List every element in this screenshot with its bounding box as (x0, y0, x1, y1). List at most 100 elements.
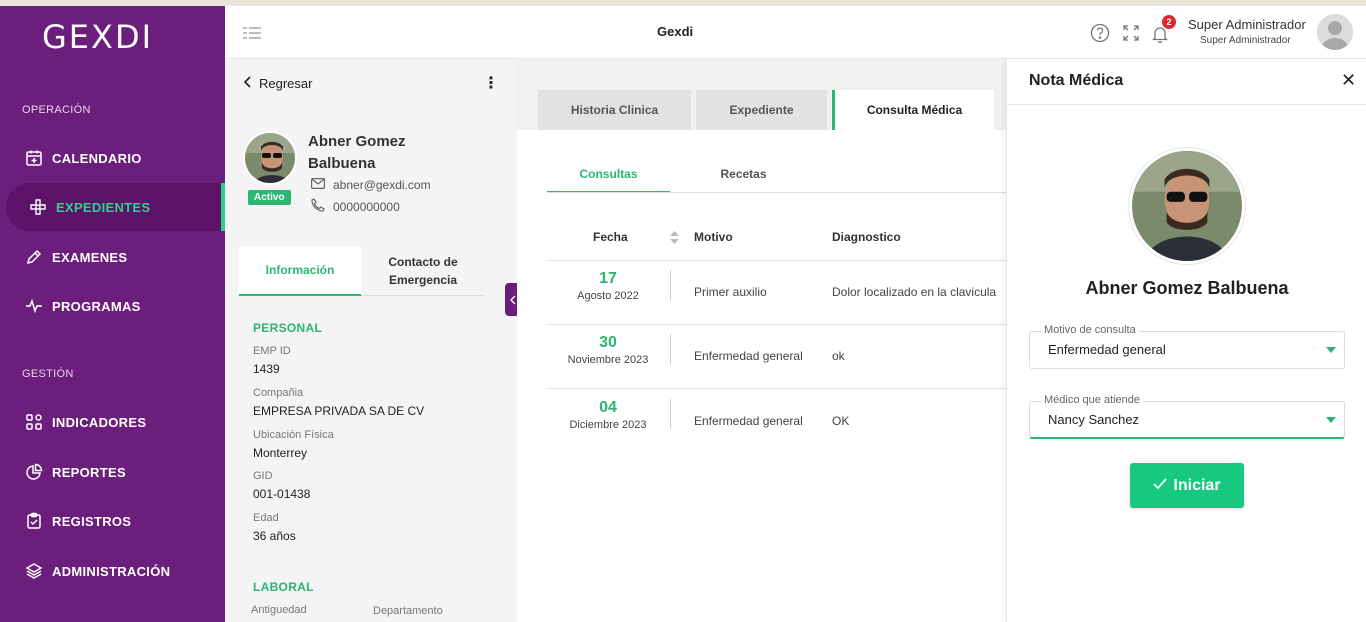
iniciar-button[interactable]: Iniciar (1130, 463, 1244, 508)
drawer-patient-name: Abner Gomez Balbuena (1085, 278, 1289, 298)
chevron-down-icon (1326, 417, 1336, 423)
patient-photo-large (1129, 148, 1245, 264)
drawer-divider (1007, 104, 1366, 105)
field-value-edad: 36 años (253, 529, 296, 543)
column-header-fecha[interactable]: Fecha (593, 230, 628, 244)
field-value-emp-id: 1439 (253, 362, 280, 376)
row-diagnostico: ok (832, 349, 845, 363)
pulse-icon (24, 296, 44, 316)
motivo-consulta-value: Enfermedad general (1048, 342, 1166, 357)
row-diagnostico: Dolor localizado en la clavicula (832, 285, 997, 299)
tab-expediente[interactable]: Expediente (696, 90, 827, 130)
tab-consulta-medica[interactable]: Consulta Médica (832, 90, 994, 130)
chevron-left-icon (243, 76, 253, 91)
sidebar-item-label: REPORTES (52, 464, 126, 480)
drawer-title: Nota Médica (1029, 72, 1124, 89)
clipboard-icon (24, 511, 44, 531)
patient-photo (243, 131, 297, 185)
tab-informacion[interactable]: Información (239, 246, 361, 296)
field-label-compania: Compañia (253, 387, 304, 399)
row-motivo: Enfermedad general (694, 414, 803, 428)
back-button[interactable]: Regresar (243, 76, 312, 91)
fullscreen-icon[interactable] (1123, 25, 1139, 46)
user-name[interactable]: Super Administrador (1188, 17, 1306, 32)
sidebar-item-administracion[interactable]: ADMINISTRACIÓN (0, 547, 225, 595)
cell-divider (670, 399, 671, 429)
row-day: 04 (599, 399, 617, 416)
close-icon[interactable]: ✕ (1341, 70, 1356, 91)
notification-badge: 2 (1162, 15, 1176, 29)
field-value-ubicacion: Monterrey (253, 446, 308, 460)
phone-icon (311, 198, 325, 215)
sidebar-item-examenes[interactable]: EXAMENES (0, 233, 225, 281)
sidebar-item-label: PROGRAMAS (52, 298, 141, 314)
field-label-emp-id: EMP ID (253, 345, 291, 357)
field-label-departamento: Departamento (373, 605, 443, 617)
row-motivo: Enfermedad general (694, 349, 803, 363)
sidebar-item-programas[interactable]: PROGRAMAS (0, 282, 225, 330)
nota-medica-drawer: Nota Médica ✕ Abner Gomez Balbuena Motiv… (1006, 59, 1366, 622)
status-badge: Activo (248, 190, 291, 205)
pie-chart-icon (24, 462, 44, 482)
user-role: Super Administrador (1200, 35, 1291, 46)
row-divider (547, 260, 1007, 261)
sidebar-item-label: INDICADORES (52, 414, 147, 430)
medico-atiende-label: Médico que atiende (1041, 394, 1144, 406)
row-motivo: Primer auxilio (694, 285, 767, 299)
cell-divider (670, 270, 671, 300)
user-avatar[interactable] (1317, 14, 1353, 50)
info-tabs: Información Contacto de Emergencia (239, 246, 485, 296)
menu-toggle-icon[interactable] (243, 26, 261, 45)
pen-icon (24, 247, 44, 267)
tab-contacto-emergencia[interactable]: Contacto de Emergencia (361, 246, 485, 296)
check-icon (1153, 477, 1168, 495)
tab-historia-clinica[interactable]: Historia Clinica (538, 90, 691, 130)
chevron-left-icon (509, 295, 515, 304)
sidebar: GEXDI OPERACIÓN CALENDARIO EXPEDIENTES E… (0, 6, 225, 622)
sidebar-item-label: ADMINISTRACIÓN (52, 563, 171, 579)
motivo-consulta-select[interactable]: Motivo de consulta Enfermedad general (1029, 324, 1345, 369)
field-value-compania: EMPRESA PRIVADA SA DE CV (253, 404, 425, 418)
sidebar-item-label: EXPEDIENTES (56, 199, 151, 215)
subtab-consultas[interactable]: Consultas (547, 160, 670, 193)
row-month: Noviembre 2023 (567, 354, 649, 366)
row-month: Agosto 2022 (577, 290, 639, 302)
row-day: 30 (599, 334, 617, 351)
row-day: 17 (599, 270, 617, 287)
section-personal: PERSONAL (253, 321, 323, 335)
subtab-recetas[interactable]: Recetas (682, 160, 805, 193)
motivo-consulta-label: Motivo de consulta (1041, 324, 1139, 336)
sort-icon[interactable] (670, 231, 679, 249)
help-icon[interactable] (1090, 23, 1110, 48)
sidebar-item-expedientes[interactable]: EXPEDIENTES (6, 183, 225, 231)
column-header-motivo: Motivo (694, 230, 733, 244)
grid-icon (24, 412, 44, 432)
sidebar-item-label: REGISTROS (52, 513, 132, 529)
page-title: Gexdi (657, 24, 694, 39)
top-header: Gexdi 2 Super Administrador Super Admini… (225, 6, 1366, 59)
sidebar-item-label: CALENDARIO (52, 150, 142, 166)
medico-atiende-value: Nancy Sanchez (1048, 412, 1140, 427)
subtab-divider (547, 192, 1007, 193)
row-diagnostico: OK (832, 414, 850, 428)
section-title-operacion: OPERACIÓN (22, 104, 91, 116)
row-month: Diciembre 2023 (569, 419, 647, 431)
layers-icon (24, 561, 44, 581)
sidebar-item-calendario[interactable]: CALENDARIO (0, 134, 225, 182)
more-options-icon[interactable]: ⋮ (483, 73, 499, 93)
sidebar-item-registros[interactable]: REGISTROS (0, 497, 225, 545)
sidebar-item-reportes[interactable]: REPORTES (0, 448, 225, 496)
patient-phone: 0000000000 (311, 198, 400, 215)
sidebar-item-indicadores[interactable]: INDICADORES (0, 398, 225, 446)
patient-name: Abner Gomez Balbuena (308, 133, 406, 172)
field-label-ubicacion: Ubicación Física (253, 429, 334, 441)
patient-panel: Regresar ⋮ Activo Abner Gomez Balbuena a… (225, 59, 517, 622)
column-header-diagnostico: Diagnostico (832, 230, 901, 244)
field-value-gid: 001-01438 (253, 487, 311, 501)
medical-cross-icon (28, 197, 48, 217)
calendar-icon (24, 148, 44, 168)
field-label-gid: GID (253, 470, 273, 482)
cell-divider (670, 334, 671, 364)
medico-atiende-select[interactable]: Médico que atiende Nancy Sanchez (1029, 394, 1345, 439)
patient-email: abner@gexdi.com (311, 178, 431, 192)
